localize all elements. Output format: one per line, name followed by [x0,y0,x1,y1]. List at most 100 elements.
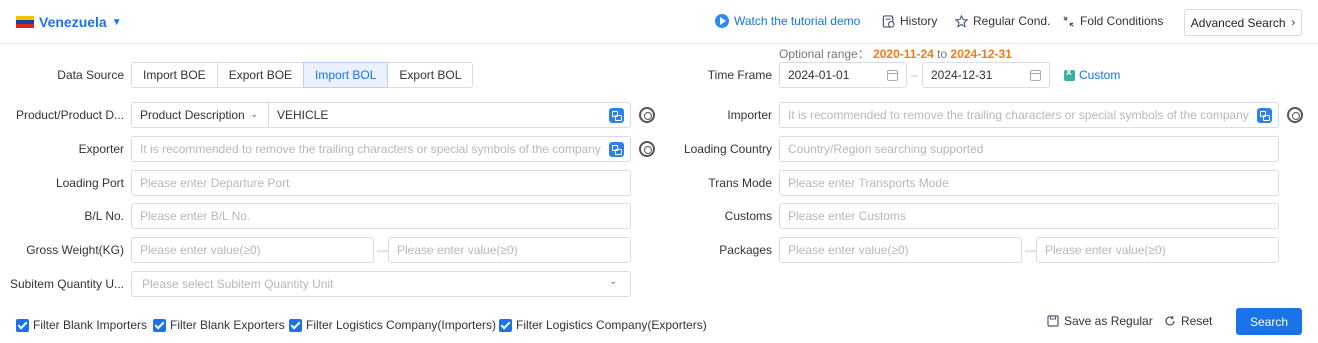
packages-label: Packages [719,243,772,257]
data-source-export-boe[interactable]: Export BOE [216,62,305,88]
regular-cond-label: Regular Cond. [973,14,1051,28]
chevron-down-icon: ⌄ [250,109,259,120]
filter-label: Filter Blank Exporters [170,318,285,332]
product-type-select[interactable]: Product Description [131,102,269,128]
product-type-value: Product Description [140,108,245,122]
trans-mode-input[interactable]: Please enter Transports Mode [779,170,1279,196]
optional-range-to: to [937,47,948,61]
keyword-expand-icon[interactable] [1257,108,1272,123]
importer-input[interactable]: It is recommended to remove the trailing… [779,102,1279,128]
packages-max-placeholder: Please enter value(≥0) [1045,243,1166,257]
calendar-icon [887,70,898,81]
gross-weight-max-placeholder: Please enter value(≥0) [397,243,518,257]
top-bar: Venezuela ▼ Watch the tutorial demo Hist… [0,0,1318,44]
advanced-search-label: Advanced Search [1190,15,1286,30]
product-keyword-input[interactable]: VEHICLE [268,102,631,128]
tutorial-link[interactable]: Watch the tutorial demo [715,14,860,28]
loading-port-label: Loading Port [55,176,124,190]
checkbox-checked-icon [499,318,512,332]
gross-weight-label: Gross Weight(KG) [26,243,124,257]
exporter-label: Exporter [78,142,124,156]
filter-label: Filter Logistics Company(Exporters) [516,318,707,332]
data-source-import-boe[interactable]: Import BOE [131,62,218,88]
optional-range: Optional range： 2020-11-24 to 2024-12-31 [779,45,1012,62]
trans-mode-placeholder: Please enter Transports Mode [788,176,949,190]
checkbox-checked-icon [153,318,166,332]
chevron-down-icon: ▼ [111,16,122,28]
country-name: Venezuela [39,14,107,30]
optional-range-label: Optional range： [779,47,870,61]
subitem-unit-select[interactable]: Please select Subitem Quantity Unit [131,271,631,297]
save-as-regular-label: Save as Regular [1064,314,1153,328]
filter-logistics-exporters-checkbox[interactable]: Filter Logistics Company(Exporters) [499,318,707,332]
importer-label: Importer [727,108,772,122]
gross-weight-min-placeholder: Please enter value(≥0) [140,243,261,257]
time-frame-label: Time Frame [707,68,772,82]
bl-no-label: B/L No. [84,209,124,223]
exporter-placeholder: It is recommended to remove the trailing… [140,142,601,156]
optional-range-end: 2024-12-31 [950,47,1012,61]
optional-range-start: 2020-11-24 [873,47,934,61]
calendar-icon [1030,70,1041,81]
history-link[interactable]: History [882,14,937,28]
custom-time-link[interactable]: Custom [1064,67,1121,82]
custom-label: Custom [1079,68,1121,82]
save-icon [1047,315,1059,327]
checkbox-checked-icon [289,318,302,332]
data-source-export-bol[interactable]: Export BOL [387,62,474,88]
gross-weight-min-input[interactable]: Please enter value(≥0) [131,237,374,263]
loading-country-input[interactable]: Country/Region searching supported [779,136,1279,162]
fold-conditions-link[interactable]: Fold Conditions [1062,14,1163,28]
product-label: Product/Product D... [15,108,124,122]
search-button[interactable]: Search [1236,308,1302,335]
loading-country-label: Loading Country [683,142,772,156]
filter-blank-exporters-checkbox[interactable]: Filter Blank Exporters [153,318,285,332]
play-icon [715,14,729,28]
data-source-import-bol[interactable]: Import BOL [303,62,389,88]
history-label: History [900,14,938,28]
customs-input[interactable]: Please enter Customs [779,203,1279,229]
loading-port-placeholder: Please enter Departure Port [140,176,290,190]
regular-cond-link[interactable]: Regular Cond. [955,14,1050,28]
loading-port-input[interactable]: Please enter Departure Port [131,170,631,196]
chevron-down-icon: ⌄ [609,276,618,287]
importer-placeholder: It is recommended to remove the trailing… [788,108,1249,122]
gross-weight-max-input[interactable]: Please enter value(≥0) [388,237,631,263]
checkbox-checked-icon [16,318,29,332]
keyword-expand-icon[interactable] [609,108,624,123]
filter-blank-importers-checkbox[interactable]: Filter Blank Importers [16,318,147,332]
search-history-icon[interactable] [1287,107,1303,123]
reset-button[interactable]: Reset [1164,314,1212,328]
loading-country-placeholder: Country/Region searching supported [788,142,984,156]
trans-mode-label: Trans Mode [708,176,772,190]
filter-label: Filter Blank Importers [33,318,148,332]
customs-label: Customs [724,209,772,223]
time-frame-end-value: 2024-12-31 [931,68,993,82]
data-source-label: Data Source [57,68,124,82]
packages-min-input[interactable]: Please enter value(≥0) [779,237,1022,263]
subitem-unit-placeholder: Please select Subitem Quantity Unit [142,277,334,291]
chevron-right-icon: › [1291,16,1296,29]
reset-icon [1165,315,1175,326]
country-selector[interactable]: Venezuela ▼ [16,12,122,32]
advanced-search-button[interactable]: Advanced Search › [1184,9,1302,36]
data-source-segmented: Import BOE Export BOE Import BOL Export … [131,62,474,88]
subitem-unit-label: Subitem Quantity U... [9,277,124,291]
venezuela-flag-icon [16,16,34,28]
history-icon [882,14,895,28]
product-keyword-value: VEHICLE [277,108,329,122]
range-separator: – [911,68,918,82]
fold-icon [1063,15,1074,27]
save-as-regular-button[interactable]: Save as Regular [1047,314,1153,328]
filter-label: Filter Logistics Company(Importers) [306,318,497,332]
filter-logistics-importers-checkbox[interactable]: Filter Logistics Company(Importers) [289,318,496,332]
exporter-input[interactable]: It is recommended to remove the trailing… [131,136,631,162]
packages-max-input[interactable]: Please enter value(≥0) [1036,237,1279,263]
bl-no-input[interactable]: Please enter B/L No. [131,203,631,229]
excel-icon [1064,67,1075,81]
customs-placeholder: Please enter Customs [788,209,907,223]
keyword-expand-icon[interactable] [609,142,624,157]
packages-min-placeholder: Please enter value(≥0) [788,243,909,257]
time-frame-start-value: 2024-01-01 [788,68,850,82]
tutorial-label: Watch the tutorial demo [734,14,861,28]
